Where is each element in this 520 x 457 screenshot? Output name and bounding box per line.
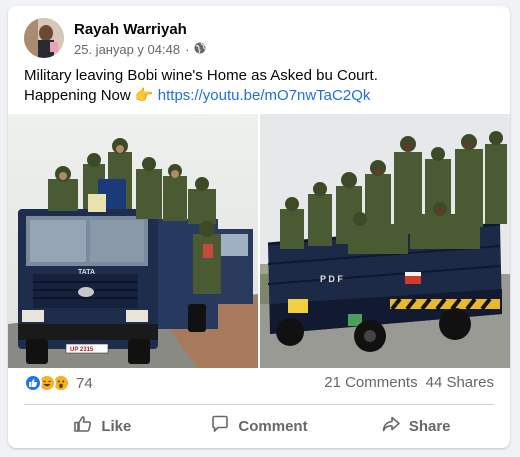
post-header: Rayah Warriyah 25. јануар у 04:48 · bbox=[24, 18, 494, 60]
like-label: Like bbox=[101, 417, 132, 435]
reactions-summary[interactable]: 74 bbox=[24, 374, 93, 392]
truck-brand: TATA bbox=[78, 269, 95, 276]
post-meta: 25. јануар у 04:48 · bbox=[74, 42, 206, 57]
action-bar: Like Comment Share bbox=[24, 408, 494, 444]
post-date[interactable]: 25. јануар у 04:48 bbox=[74, 42, 180, 57]
share-button[interactable]: Share bbox=[337, 408, 494, 444]
thumbs-up-icon bbox=[73, 414, 93, 438]
meta-separator: · bbox=[185, 42, 190, 57]
post-text-line1: Military leaving Bobi wine's Home as Ask… bbox=[24, 67, 378, 84]
photo-left[interactable]: TATA UP 2315 bbox=[8, 114, 258, 368]
globe-icon[interactable] bbox=[194, 42, 206, 57]
youtube-link[interactable]: https://youtu.be/mO7nwTaC2Qk bbox=[158, 87, 371, 104]
engagement-counts: 21 Comments 44 Shares bbox=[324, 374, 494, 391]
pointing-hand-emoji: 👉 bbox=[134, 87, 154, 104]
post-text: Military leaving Bobi wine's Home as Ask… bbox=[24, 66, 494, 106]
share-label: Share bbox=[408, 417, 451, 435]
post-text-line2: Happening Now 👉 https://youtu.be/mO7nwTa… bbox=[24, 86, 494, 106]
like-button[interactable]: Like bbox=[24, 408, 181, 444]
photo-grid: TATA UP 2315 P D F bbox=[8, 114, 510, 368]
comment-icon bbox=[210, 414, 230, 438]
comment-button[interactable]: Comment bbox=[181, 408, 338, 444]
like-icon bbox=[24, 374, 42, 392]
reaction-count: 74 bbox=[76, 374, 93, 392]
shares-count[interactable]: 44 Shares bbox=[426, 374, 494, 391]
comments-count[interactable]: 21 Comments bbox=[324, 374, 417, 391]
actions-divider bbox=[24, 404, 494, 405]
license-plate: UP 2315 bbox=[70, 347, 94, 353]
author-name[interactable]: Rayah Warriyah bbox=[74, 21, 187, 38]
photo-right[interactable]: P D F bbox=[260, 114, 510, 368]
share-arrow-icon bbox=[381, 414, 401, 438]
truck-lettering: P D F bbox=[320, 274, 343, 284]
post-text-prefix: Happening Now bbox=[24, 87, 135, 104]
post-card: Rayah Warriyah 25. јануар у 04:48 · Mili… bbox=[8, 6, 510, 448]
post-stats: 74 21 Comments 44 Shares bbox=[24, 374, 494, 394]
comment-label: Comment bbox=[238, 417, 308, 435]
avatar[interactable] bbox=[24, 18, 64, 58]
